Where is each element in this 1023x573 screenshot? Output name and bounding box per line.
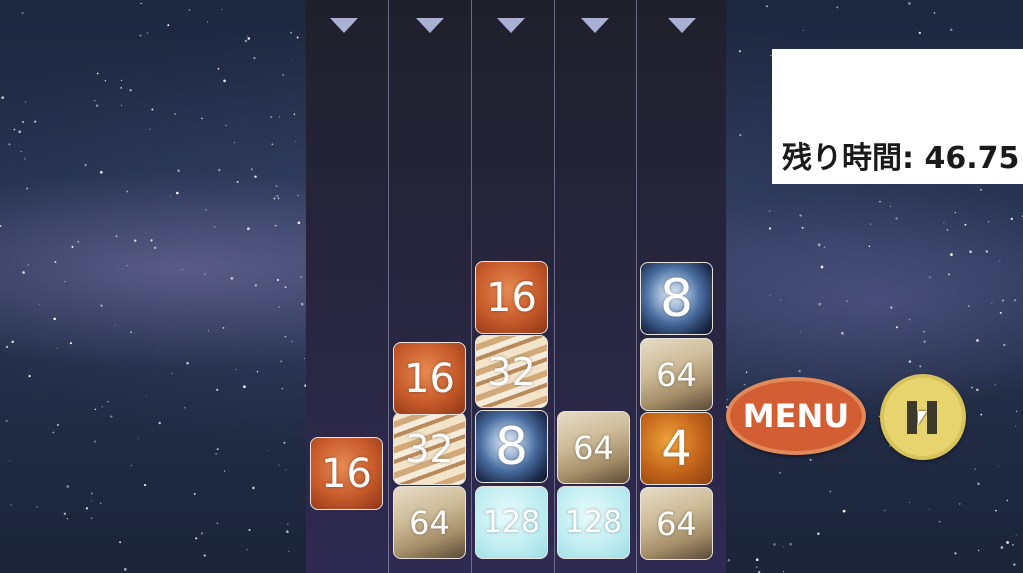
tile-mars-16: 16 [475,261,548,334]
drop-arrow-icon[interactable] [497,18,525,33]
menu-button[interactable]: MENU [726,377,866,455]
tile-saturn-64: 64 [640,487,713,560]
tile-uranus-128: 128 [475,486,548,559]
tile-jupiter-32: 32 [393,412,466,485]
tile-uranus-128: 128 [557,486,630,559]
mouse-cursor-icon [918,411,927,425]
drop-arrow-icon[interactable] [330,18,358,33]
remaining-time: 残り時間: 46.75 [782,141,1020,176]
tile-earth-8: 8 [475,410,548,483]
tile-mars-16: 16 [393,342,466,415]
timer-panel: 残り時間: 46.75 [772,49,1023,184]
drop-arrow-icon[interactable] [416,18,444,33]
tile-saturn-64: 64 [640,338,713,411]
drop-arrow-icon[interactable] [581,18,609,33]
tile-saturn-64: 64 [557,411,630,484]
tile-venus-4: 4 [640,412,713,485]
menu-button-label: MENU [742,397,850,435]
tile-earth-8: 8 [640,262,713,335]
tile-saturn-64: 64 [393,486,466,559]
tile-mars-16: 16 [310,437,383,510]
drop-arrow-icon[interactable] [668,18,696,33]
tile-jupiter-32: 32 [475,335,548,408]
